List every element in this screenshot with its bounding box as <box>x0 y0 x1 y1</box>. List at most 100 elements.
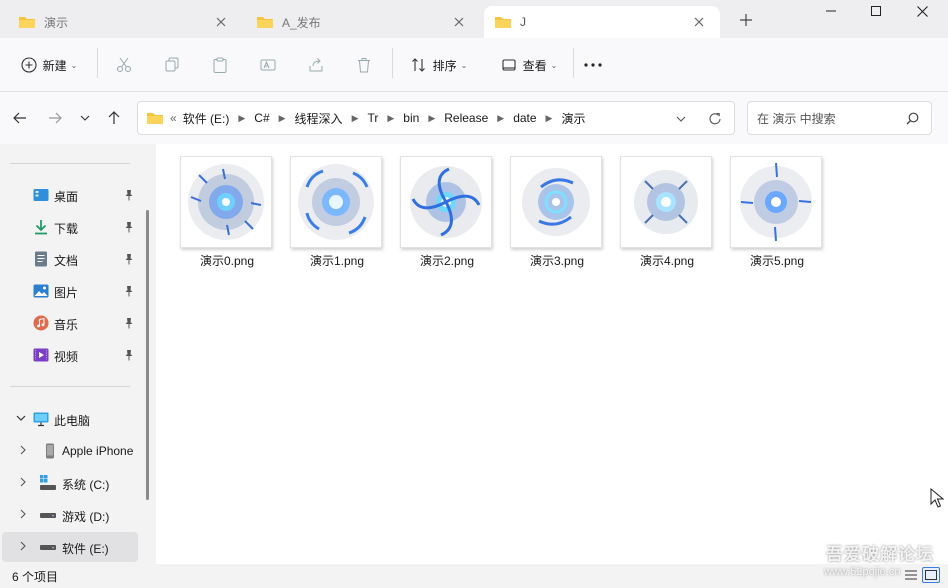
chevron-right-icon[interactable]: ▶ <box>497 113 504 124</box>
new-button[interactable]: 新建 ⌄ <box>12 50 86 80</box>
more-options-button[interactable] <box>580 50 606 80</box>
sidebar-item-drive-e[interactable]: 软件 (E:) <box>2 532 138 562</box>
share-button[interactable] <box>302 50 330 80</box>
file-item[interactable]: 演示3.png <box>508 156 602 276</box>
close-icon[interactable] <box>448 11 470 33</box>
sidebar-item-label: 桌面 <box>54 190 79 204</box>
file-name: 演示1.png <box>309 254 365 268</box>
breadcrumb-item[interactable]: C# <box>254 111 269 125</box>
chevron-right-icon[interactable] <box>18 541 28 551</box>
sidebar-item-music[interactable]: 音乐 <box>0 308 140 338</box>
phone-icon <box>46 443 54 459</box>
sort-button[interactable]: 排序 ⌄ <box>404 50 474 80</box>
energy-burst-thumbnail <box>298 164 374 240</box>
breadcrumb-item[interactable]: date <box>513 111 536 125</box>
maximize-button[interactable] <box>853 0 899 22</box>
pin-icon[interactable] <box>124 189 134 201</box>
address-bar[interactable]: « 软件 (E:) ▶ C# ▶ 线程深入 ▶ Tr ▶ bin ▶ Relea… <box>137 101 735 135</box>
sidebar-item-label: 视频 <box>54 350 79 364</box>
file-item[interactable]: 演示4.png <box>618 156 712 276</box>
desktop-icon <box>33 189 49 201</box>
pin-icon[interactable] <box>124 317 134 329</box>
chevron-down-icon <box>676 116 686 122</box>
sidebar-scrollbar[interactable] <box>146 210 149 500</box>
close-icon[interactable] <box>210 11 232 33</box>
refresh-icon <box>709 112 721 125</box>
chevron-right-icon[interactable] <box>18 477 28 487</box>
file-name: 演示0.png <box>199 254 255 268</box>
file-item[interactable]: 演示2.png <box>398 156 492 276</box>
breadcrumb-item[interactable]: Tr <box>367 111 378 125</box>
tab-1[interactable]: 演示 <box>8 6 242 38</box>
forward-button[interactable] <box>42 106 68 130</box>
chevron-right-icon[interactable]: ▶ <box>352 113 359 124</box>
music-icon <box>33 315 49 331</box>
copy-button[interactable] <box>158 50 186 80</box>
sidebar-item-pictures[interactable]: 图片 <box>0 276 140 306</box>
sidebar-item-iphone[interactable]: Apple iPhone <box>0 436 140 466</box>
share-icon <box>309 58 323 72</box>
up-button[interactable] <box>101 106 127 130</box>
drive-icon <box>40 513 56 518</box>
sidebar-item-this-pc[interactable]: 此电脑 <box>0 404 140 434</box>
folder-icon <box>19 17 35 28</box>
breadcrumb-item[interactable]: 线程深入 <box>295 110 343 127</box>
chevron-right-icon[interactable] <box>18 445 28 455</box>
pin-icon[interactable] <box>124 285 134 297</box>
close-icon[interactable] <box>688 11 710 33</box>
sidebar-item-downloads[interactable]: 下载 <box>0 212 140 242</box>
breadcrumb-item[interactable]: Release <box>444 111 488 125</box>
sidebar-item-desktop[interactable]: 桌面 <box>0 180 140 210</box>
item-count: 6 个项目 <box>12 569 59 584</box>
rename-icon <box>260 59 276 71</box>
breadcrumb-item[interactable]: 软件 (E:) <box>183 110 230 127</box>
search-input[interactable]: 在 演示 中搜索 <box>747 101 932 135</box>
sort-label: 排序 <box>432 58 457 73</box>
refresh-button[interactable] <box>706 110 724 128</box>
paste-button[interactable] <box>206 50 234 80</box>
sidebar-item-documents[interactable]: 文档 <box>0 244 140 274</box>
new-tab-button[interactable] <box>734 8 758 32</box>
chevron-right-icon[interactable]: ▶ <box>279 113 286 124</box>
pin-icon[interactable] <box>124 349 134 361</box>
details-view-button[interactable] <box>902 567 920 583</box>
pin-icon[interactable] <box>124 221 134 233</box>
close-window-button[interactable] <box>899 0 945 22</box>
sidebar-item-videos[interactable]: 视频 <box>0 340 140 370</box>
trash-icon <box>358 58 370 73</box>
file-thumbnail <box>180 156 272 248</box>
sidebar-item-drive-c[interactable]: 系统 (C:) <box>0 468 140 498</box>
chevron-right-icon[interactable]: ▶ <box>238 113 245 124</box>
sidebar-divider <box>10 386 130 387</box>
file-item[interactable]: 演示0.png <box>178 156 272 276</box>
pin-icon[interactable] <box>124 253 134 265</box>
sidebar-item-drive-d[interactable]: 游戏 (D:) <box>0 500 140 530</box>
tab-label: A_发布 <box>282 15 321 30</box>
breadcrumb-item[interactable]: bin <box>403 111 419 125</box>
file-name: 演示2.png <box>419 254 475 268</box>
address-history-button[interactable] <box>672 110 690 128</box>
rename-button[interactable] <box>254 50 282 80</box>
chevron-right-icon[interactable] <box>18 509 28 519</box>
sidebar-item-label: 游戏 (D:) <box>62 510 110 524</box>
chevron-right-icon[interactable]: ▶ <box>387 113 394 124</box>
chevron-down-icon[interactable] <box>16 413 26 423</box>
tiles-view-button[interactable] <box>922 567 940 583</box>
chevron-right-icon[interactable]: ▶ <box>546 113 553 124</box>
view-button[interactable]: 查看 ⌄ <box>494 50 564 80</box>
overflow-chevrons-icon[interactable]: « <box>170 111 177 125</box>
tab-2[interactable]: A_发布 <box>246 6 480 38</box>
file-name: 演示3.png <box>529 254 585 268</box>
breadcrumb-item[interactable]: 演示 <box>561 110 585 127</box>
chevron-right-icon[interactable]: ▶ <box>428 113 435 124</box>
back-button[interactable] <box>7 106 33 130</box>
tab-3[interactable]: J <box>484 6 720 38</box>
delete-button[interactable] <box>350 50 378 80</box>
folder-icon <box>147 113 163 124</box>
file-item[interactable]: 演示5.png <box>728 156 822 276</box>
file-item[interactable]: 演示1.png <box>288 156 382 276</box>
cut-button[interactable] <box>110 50 138 80</box>
recent-locations-button[interactable] <box>72 106 98 130</box>
sidebar-divider <box>10 163 130 164</box>
minimize-button[interactable] <box>808 0 854 22</box>
